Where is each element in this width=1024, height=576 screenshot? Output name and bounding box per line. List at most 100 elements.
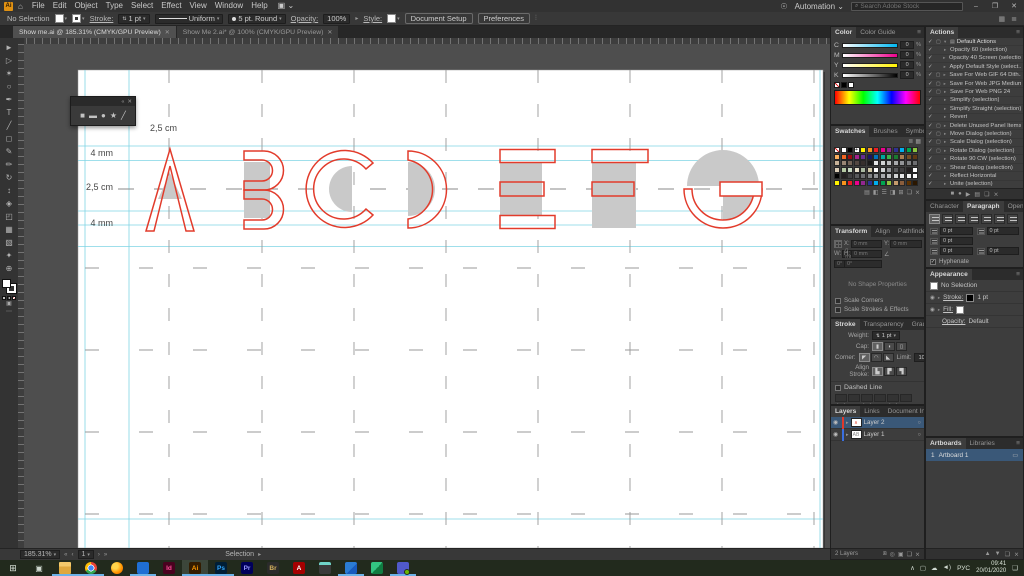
swatch[interactable] <box>899 166 905 173</box>
opacity-label[interactable]: Opacity: <box>291 14 319 23</box>
expand-icon[interactable]: ▸ <box>944 131 949 137</box>
swatch[interactable] <box>886 147 892 153</box>
canvas-area[interactable]: 2,5 cm 4 mm 2,5 cm 4 mm « ✕ ■ ▬ ● ★ ╱ <box>24 44 830 548</box>
layer-name[interactable]: Layer 1 <box>864 431 916 438</box>
swatch[interactable] <box>866 173 873 179</box>
swatch[interactable] <box>899 160 905 166</box>
layer-row[interactable]: ◉ ▸ ∧ Layer 2 ○ <box>831 416 924 429</box>
swatch[interactable] <box>840 179 847 186</box>
swatch[interactable] <box>834 179 840 186</box>
swatch[interactable] <box>840 147 847 153</box>
tool-gradient[interactable]: ▧ <box>2 236 16 249</box>
taskbar-illustrator[interactable]: Ai <box>182 560 208 576</box>
tool-magic-wand[interactable]: ✶ <box>2 67 16 80</box>
panel-tab-document-info[interactable]: Document Info <box>884 406 924 417</box>
panel-tab-gradient[interactable]: Gradient <box>908 319 924 330</box>
isolate-icon[interactable]: ⫶ <box>535 15 537 23</box>
stroke-weight-field[interactable]: ⇅ 1 pt ▾ <box>118 13 150 24</box>
action-row[interactable]: ✓ ▢ ▸ Save For Web JPG Medium <box>926 80 1023 89</box>
expand-icon[interactable]: ▸ <box>944 139 949 145</box>
workspace-switcher[interactable]: Automation ⌄ <box>795 2 844 11</box>
field-value[interactable]: 0 pt <box>986 227 1019 235</box>
dash-field[interactable] <box>874 394 886 402</box>
toggle-check-icon[interactable]: ✓ <box>928 47 935 53</box>
swatch[interactable] <box>905 179 912 186</box>
bevel-join-icon[interactable]: ◣ <box>882 353 894 362</box>
new-artboard-icon[interactable]: ❏ <box>1005 551 1010 558</box>
swatch[interactable] <box>892 160 899 166</box>
appearance-fill-row[interactable]: ◉ ▸ Fill: <box>926 304 1023 316</box>
panel-tab-actions[interactable]: Actions <box>926 27 959 38</box>
opacity-field[interactable]: 100% <box>323 13 351 24</box>
panel-menu-icon[interactable]: ≡ <box>914 27 924 38</box>
menu-select[interactable]: Select <box>127 0 157 12</box>
modal-dialog-icon[interactable]: ▢ <box>936 165 943 171</box>
channel-value[interactable]: 0 <box>900 61 915 69</box>
expand-icon[interactable]: ▸ <box>846 420 849 426</box>
expand-icon[interactable]: ▸ <box>938 307 940 313</box>
search-input[interactable] <box>860 2 959 10</box>
swatch[interactable] <box>847 160 853 166</box>
tool-mesh[interactable]: ▦ <box>2 223 16 236</box>
action-row[interactable]: ✓ ▢ ▸ Delete Unused Panel Items <box>926 122 1023 131</box>
swatch[interactable] <box>886 166 892 173</box>
swatch[interactable] <box>912 153 918 160</box>
tool-rectangle[interactable]: ◻ <box>2 132 16 145</box>
swatch[interactable] <box>892 179 899 186</box>
panel-tab-color[interactable]: Color <box>831 27 857 38</box>
expand-icon[interactable]: ▸ <box>944 97 949 103</box>
delete-layer-icon[interactable]: ⨯ <box>915 551 920 558</box>
swatch[interactable] <box>866 153 873 160</box>
field-value[interactable]: 0 mm <box>850 240 882 248</box>
toggle-check-icon[interactable]: ✓ <box>928 72 935 78</box>
expand-icon[interactable]: ▸ <box>944 64 949 70</box>
toggle-check-icon[interactable]: ✓ <box>928 131 935 137</box>
dashed-line-checkbox[interactable] <box>835 384 841 391</box>
floating-shape-panel[interactable]: « ✕ ■ ▬ ● ★ ╱ <box>70 96 136 126</box>
new-layer-icon[interactable]: ❏ <box>907 551 912 558</box>
new-action-icon[interactable]: ❏ <box>984 191 989 198</box>
swatch[interactable] <box>853 147 860 153</box>
taskbar-firefox[interactable] <box>104 560 130 576</box>
swatch[interactable] <box>834 147 840 153</box>
toggle-check-icon[interactable]: ✓ <box>928 114 935 120</box>
tool-pen[interactable]: ✒ <box>2 93 16 106</box>
shear-value[interactable]: 0° <box>844 260 882 268</box>
align-stroke-outside-icon[interactable]: ▜ <box>896 366 907 376</box>
swatch[interactable] <box>847 173 853 179</box>
expand-icon[interactable]: ▾ <box>944 39 949 45</box>
appearance-opacity-row[interactable]: Opacity: Default <box>926 316 1023 328</box>
swatch[interactable] <box>853 153 860 160</box>
swatch[interactable] <box>847 153 853 160</box>
panel-tab-appearance[interactable]: Appearance <box>926 269 972 280</box>
swatch-options-icon[interactable]: ◨ <box>890 189 896 196</box>
modal-dialog-icon[interactable]: ▢ <box>936 81 943 87</box>
stroke-label[interactable]: Stroke: <box>90 14 114 23</box>
style-label[interactable]: Style: <box>363 14 382 23</box>
expand-icon[interactable]: ▸ <box>944 114 949 120</box>
shape-star-tool-icon[interactable]: ★ <box>110 111 117 120</box>
swatch[interactable] <box>840 160 847 166</box>
align-left-icon[interactable] <box>929 214 940 224</box>
toggle-check-icon[interactable]: ✓ <box>928 39 935 45</box>
home-icon[interactable]: ⌂ <box>18 2 23 11</box>
field-value[interactable]: 0 pt <box>940 247 973 255</box>
appearance-stroke-row[interactable]: ◉ ▸ Stroke: 1 pt <box>926 292 1023 304</box>
toggle-check-icon[interactable]: ✓ <box>928 181 935 187</box>
swatch[interactable] <box>860 166 866 173</box>
tool-zoom[interactable]: ⊕ <box>2 262 16 275</box>
toggle-check-icon[interactable]: ✓ <box>928 106 935 112</box>
first-artboard-icon[interactable]: « <box>64 552 67 558</box>
panel-tab-paragraph[interactable]: Paragraph <box>962 201 1004 212</box>
channel-value[interactable]: 0 <box>900 71 915 79</box>
letter-g-bar[interactable] <box>719 181 763 197</box>
justify-all-icon[interactable] <box>1007 214 1018 224</box>
swatch[interactable] <box>853 179 860 186</box>
artboard-row[interactable]: 1 Artboard 1 ▭ <box>926 449 1023 461</box>
modal-dialog-icon[interactable]: ▢ <box>936 123 943 129</box>
field-value[interactable]: 0 mm <box>851 250 882 258</box>
field-value[interactable]: 0 pt <box>940 227 973 235</box>
grid-view-icon[interactable]: ▦ <box>915 138 921 145</box>
toolbar-fill-swatch[interactable] <box>2 279 11 288</box>
visibility-eye-icon[interactable]: ◉ <box>833 431 840 438</box>
